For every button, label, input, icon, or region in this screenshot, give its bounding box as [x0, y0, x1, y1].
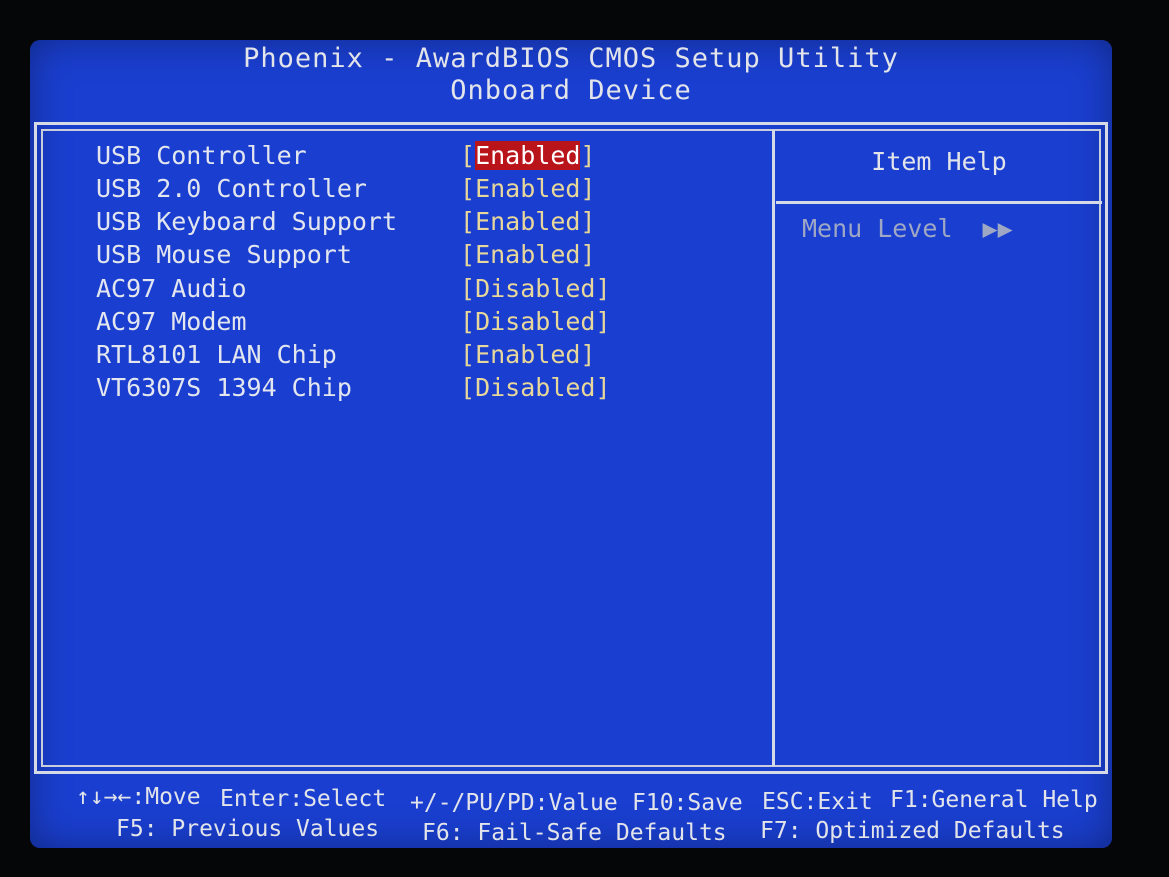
legend-value: +/-/PU/PD:Value: [410, 790, 618, 816]
panel-divider: [772, 130, 775, 766]
item-help-title: Item Help: [871, 147, 1007, 176]
legend-previous-values: F5: Previous Values: [116, 816, 380, 842]
legend-fail-safe-defaults: F6: Fail-Safe Defaults: [422, 820, 727, 846]
setting-usb-mouse-support[interactable]: USB Mouse Support [Enabled]: [90, 240, 770, 273]
legend-optimized-defaults: F7: Optimized Defaults: [760, 818, 1065, 844]
legend-move: ↑↓→←:Move: [76, 784, 201, 810]
setting-value[interactable]: [Enabled]: [460, 207, 595, 236]
setting-usb-keyboard-support[interactable]: USB Keyboard Support [Enabled]: [90, 207, 770, 240]
key-legend: ↑↓→←:Move Enter:Select +/-/PU/PD:Value F…: [30, 782, 1112, 848]
legend-save: F10:Save: [632, 790, 743, 816]
setting-label: AC97 Audio: [96, 274, 247, 303]
setting-value[interactable]: [Enabled]: [460, 141, 595, 170]
page-title: Onboard Device: [450, 75, 692, 106]
setting-ac97-modem[interactable]: AC97 Modem [Disabled]: [90, 307, 770, 340]
setting-value[interactable]: [Enabled]: [460, 240, 595, 269]
setting-value[interactable]: [Disabled]: [460, 307, 611, 336]
setting-label: AC97 Modem: [96, 307, 247, 336]
double-arrow-right-icon: ▶▶: [982, 214, 1013, 243]
bios-title: Phoenix - AwardBIOS CMOS Setup Utility: [243, 43, 899, 74]
help-separator: [776, 201, 1102, 204]
setting-label: USB Controller: [96, 141, 307, 170]
bios-screen: Phoenix - AwardBIOS CMOS Setup Utility O…: [30, 40, 1112, 848]
setting-usb-2-controller[interactable]: USB 2.0 Controller [Enabled]: [90, 174, 770, 207]
setting-label: VT6307S 1394 Chip: [96, 373, 352, 402]
legend-select: Enter:Select: [220, 786, 387, 812]
setting-ac97-audio[interactable]: AC97 Audio [Disabled]: [90, 274, 770, 307]
legend-exit: ESC:Exit: [762, 789, 873, 815]
setting-usb-controller[interactable]: USB Controller [Enabled]: [90, 141, 770, 174]
setting-label: USB 2.0 Controller: [96, 174, 367, 203]
setting-label: RTL8101 LAN Chip: [96, 340, 337, 369]
setting-label: USB Mouse Support: [96, 240, 352, 269]
setting-value[interactable]: [Enabled]: [460, 174, 595, 203]
menu-level: Menu Level ▶▶: [802, 214, 1013, 243]
setting-vt6307s-1394-chip[interactable]: VT6307S 1394 Chip [Disabled]: [90, 373, 770, 406]
legend-general-help: F1:General Help: [890, 787, 1098, 813]
setting-label: USB Keyboard Support: [96, 207, 398, 236]
setting-value[interactable]: [Enabled]: [460, 340, 595, 369]
menu-level-label: Menu Level: [802, 214, 953, 243]
setting-value[interactable]: [Disabled]: [460, 274, 611, 303]
setting-rtl8101-lan-chip[interactable]: RTL8101 LAN Chip [Enabled]: [90, 340, 770, 373]
setting-value[interactable]: [Disabled]: [460, 373, 611, 402]
